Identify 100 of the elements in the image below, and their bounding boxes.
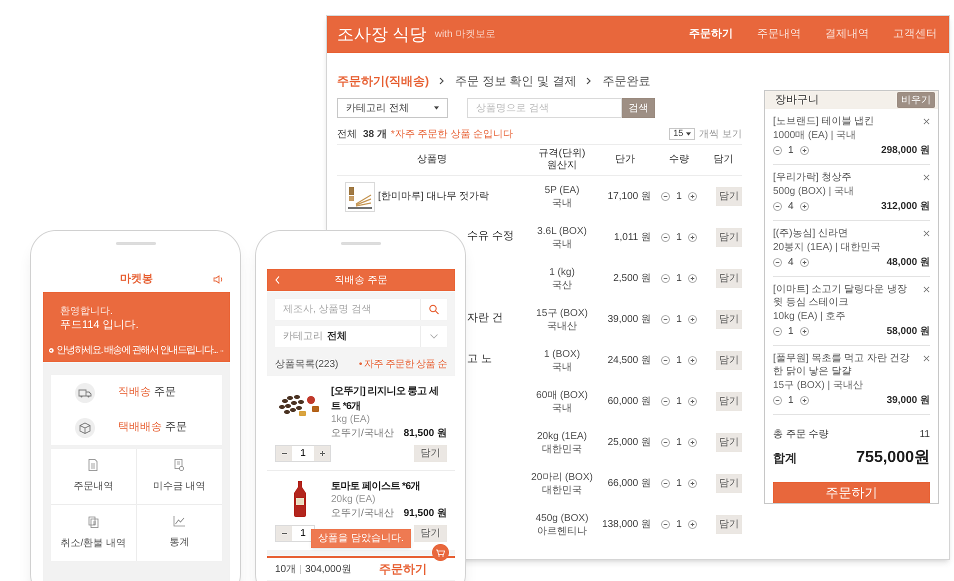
notice-text[interactable]: 안녕하세요. 배송에 관해서 안내드립니다... — [56, 343, 218, 358]
close-icon[interactable] — [923, 174, 930, 181]
plus-button-icon[interactable] — [688, 397, 697, 406]
minus-button-icon[interactable] — [773, 202, 782, 211]
minus-button-icon[interactable] — [661, 233, 670, 242]
order-button[interactable]: 주문하기 — [773, 482, 930, 503]
plus-button-icon[interactable] — [800, 202, 809, 211]
minus-button-icon[interactable] — [773, 327, 782, 336]
add-to-cart-button[interactable]: 담기 — [716, 392, 742, 411]
page-size-select[interactable]: 15 — [669, 128, 696, 140]
minus-button-icon[interactable] — [661, 479, 670, 488]
menu-tile[interactable]: 통계 — [136, 505, 222, 561]
add-to-cart-button[interactable]: 담기 — [716, 187, 742, 206]
plus-button-icon[interactable] — [688, 315, 697, 324]
minus-button-icon[interactable] — [773, 258, 782, 267]
category-select[interactable]: 카테고리 전체 — [337, 98, 448, 118]
add-to-cart-button[interactable]: 담기 — [716, 515, 742, 534]
plus-button-icon[interactable] — [688, 192, 697, 201]
unit-price: 1,011 원 — [612, 231, 652, 245]
document-stack-icon — [88, 516, 99, 528]
minus-button-icon[interactable] — [661, 274, 670, 283]
plus-button-icon[interactable] — [688, 356, 697, 365]
spec-origin: 20마리 (BOX) 대한민국 — [530, 470, 594, 496]
add-to-cart-button[interactable]: 담기 — [716, 474, 742, 493]
quantity: 1 — [676, 477, 682, 491]
quantity: 1 — [676, 272, 682, 286]
cart-title: 장바구니 — [775, 92, 819, 108]
menu-tile[interactable]: 미수금 내역 — [136, 449, 222, 505]
product-search-field[interactable]: 제조사, 상품명 검색 — [275, 299, 420, 320]
product-maker: 오뚜기/국내산 — [331, 427, 394, 441]
total-count: 38 개 — [363, 128, 387, 142]
unit-price: 39,000 원 — [606, 313, 652, 327]
category-dropdown[interactable]: 카테고리 전체 — [275, 326, 447, 347]
box-icon — [75, 418, 95, 438]
search-icon[interactable] — [421, 299, 447, 320]
cart-item-total: 58,000 원 — [886, 325, 930, 339]
plus-button-icon[interactable] — [688, 233, 697, 242]
cart-item-name: [우리가락] 청상주 — [773, 171, 852, 184]
menu-tile[interactable]: 주문내역 — [51, 449, 136, 505]
search-field[interactable]: 상품명으로 검색 — [467, 98, 622, 118]
minus-button-icon[interactable] — [661, 438, 670, 447]
close-icon[interactable] — [923, 230, 930, 237]
plus-button-icon[interactable] — [800, 258, 809, 267]
add-to-cart-button[interactable]: 담기 — [716, 310, 742, 329]
plus-button-icon[interactable] — [688, 479, 697, 488]
cart-item-total: 312,000 원 — [881, 200, 930, 214]
product-name: 자란 건 — [467, 312, 504, 324]
minus-button-icon[interactable] — [661, 192, 670, 201]
plus-button-icon[interactable] — [800, 396, 809, 405]
minus-button-icon[interactable] — [661, 356, 670, 365]
add-to-cart-button[interactable]: 담기 — [716, 351, 742, 370]
close-icon[interactable] — [923, 118, 930, 125]
cart-item-name: [풀무원] 목초를 먹고 자란 건강한 닭이 낳은 달걀 — [773, 352, 911, 378]
speaker-icon[interactable] — [213, 275, 223, 284]
spec-origin: 60매 (BOX) 국내 — [535, 388, 589, 414]
unit-price: 17,100 원 — [606, 190, 652, 204]
minus-button-icon[interactable] — [773, 396, 782, 405]
total-quantity-label: 총 주문 수량 — [773, 428, 829, 442]
user-name-text: 푸드114 입니다. — [60, 318, 140, 333]
plus-button-icon[interactable] — [800, 327, 809, 336]
speaker-slot — [116, 242, 156, 245]
nav-link[interactable]: 주문하기 — [689, 26, 733, 43]
order-menu-item[interactable]: 직배송 주문 — [51, 375, 222, 410]
spec-origin: 20kg (1EA) 대한민국 — [536, 430, 588, 456]
product-name: 토마토 페이스트 *6개 — [331, 480, 422, 494]
total-label: 전체 — [337, 128, 357, 142]
add-to-cart-button[interactable]: 담기 — [716, 433, 742, 452]
order-button[interactable]: 주문하기 — [379, 560, 427, 578]
sum-amount: 755,000원 — [856, 448, 930, 468]
step-label: 주문 정보 확인 및 결제 — [455, 73, 576, 90]
caret-icon — [686, 132, 692, 136]
order-menu-item[interactable]: 택배배송 주문 — [51, 410, 222, 445]
add-to-cart-button[interactable]: 담기 — [414, 525, 447, 542]
quantity: 1 — [676, 231, 682, 245]
menu-tile[interactable]: 취소/환불 내역 — [51, 505, 136, 561]
cart-button[interactable] — [432, 544, 449, 561]
plus-button-icon[interactable] — [688, 520, 697, 529]
quantity: 1 — [676, 436, 682, 450]
document-coin-icon — [174, 459, 184, 471]
line-chart-icon — [173, 516, 186, 527]
cart-item-spec: 10kg (EA) | 호주 — [773, 310, 847, 323]
minus-button-icon[interactable] — [661, 315, 670, 324]
plus-button-icon[interactable] — [688, 438, 697, 447]
cart-item-name: [노브랜드] 테이블 냅킨 — [773, 115, 874, 128]
back-icon[interactable] — [275, 276, 280, 284]
cart-item-total: 298,000 원 — [881, 144, 930, 158]
add-to-cart-button[interactable]: 담기 — [414, 445, 447, 462]
minus-button-icon[interactable] — [661, 397, 670, 406]
plus-button-icon[interactable] — [688, 274, 697, 283]
quantity: 4 — [788, 200, 794, 214]
document-icon — [88, 459, 98, 471]
minus-button-icon[interactable] — [773, 146, 782, 155]
plus-button-icon[interactable] — [800, 146, 809, 155]
add-to-cart-button[interactable]: 담기 — [716, 269, 742, 288]
unit-price: 24,500 원 — [606, 354, 652, 368]
minus-button-icon[interactable] — [661, 520, 670, 529]
close-icon[interactable] — [923, 355, 930, 362]
add-to-cart-button[interactable]: 담기 — [716, 228, 742, 247]
product-price: 91,500 원 — [404, 507, 447, 521]
close-icon[interactable] — [923, 286, 930, 293]
